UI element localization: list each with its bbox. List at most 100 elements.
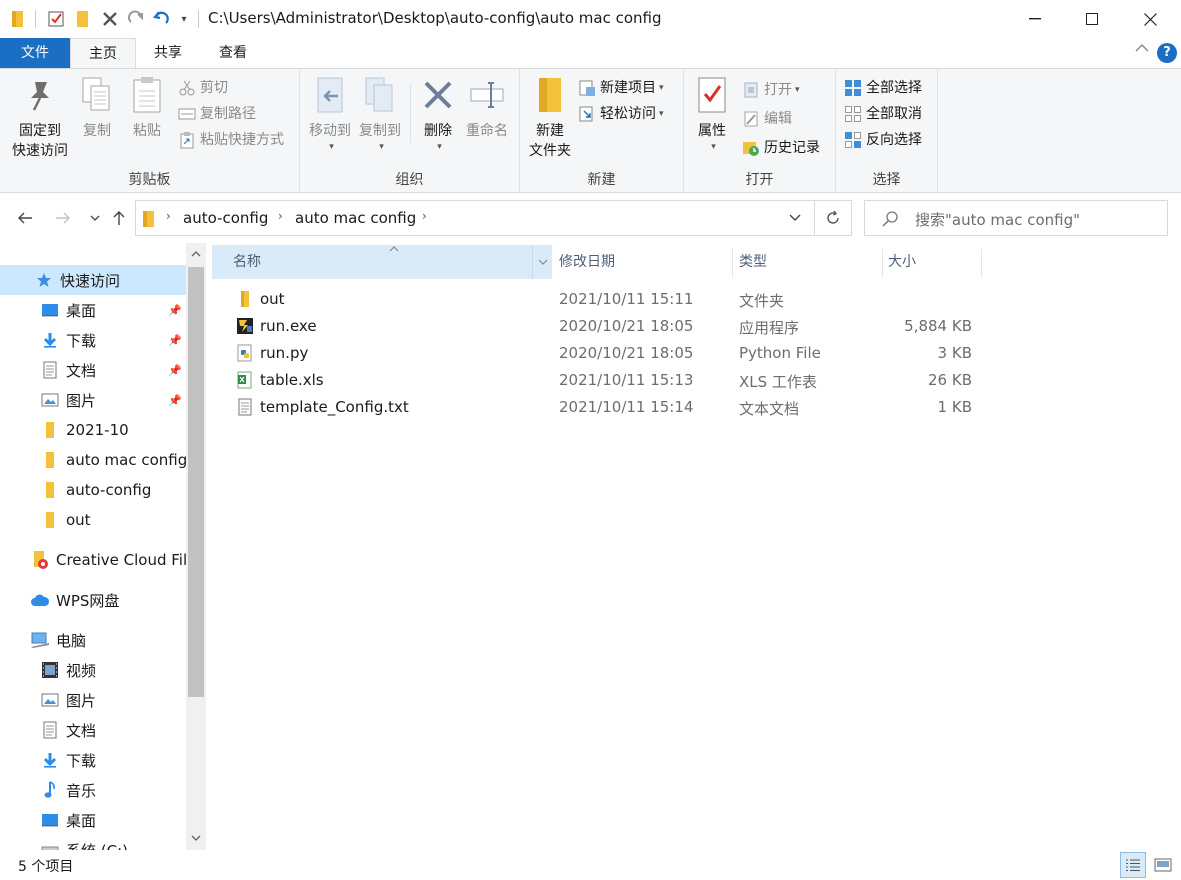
- pin-icon[interactable]: 📌: [168, 304, 182, 318]
- back-button[interactable]: [14, 207, 36, 229]
- minimize-button[interactable]: [1006, 0, 1064, 38]
- navigation-pane-scrollbar[interactable]: [186, 243, 206, 850]
- computer-icon: [30, 630, 50, 650]
- rename-button[interactable]: 重命名: [462, 75, 512, 141]
- recent-locations-button[interactable]: [84, 207, 106, 229]
- nav-item-auto-config[interactable]: auto-config: [0, 475, 186, 505]
- table-row[interactable]: run.exe 2020/10/21 18:05 应用程序 5,884 KB: [206, 313, 986, 340]
- column-header-type[interactable]: 类型: [733, 245, 883, 279]
- redo-quick-icon[interactable]: [126, 9, 146, 29]
- download-icon: [40, 750, 60, 770]
- nav-item-label: 视频: [66, 661, 97, 680]
- help-icon[interactable]: ?: [1157, 43, 1177, 63]
- move-to-button[interactable]: 移动到 ▾: [306, 75, 354, 157]
- scroll-up-arrow-icon[interactable]: [186, 247, 206, 267]
- column-header-name[interactable]: 名称: [212, 245, 552, 279]
- paste-button[interactable]: 粘贴: [125, 75, 169, 141]
- nav-item-videos[interactable]: 视频: [0, 655, 186, 685]
- nav-item-auto-mac-config[interactable]: auto mac config: [0, 445, 186, 475]
- properties-button[interactable]: 属性 ▾: [690, 75, 734, 157]
- nav-quick-access[interactable]: 快速访问: [0, 265, 186, 295]
- paste-shortcut-button[interactable]: 粘贴快捷方式: [178, 129, 284, 151]
- table-row[interactable]: out 2021/10/11 15:11 文件夹: [206, 286, 986, 313]
- address-history-dropdown[interactable]: [780, 200, 810, 236]
- new-item-button[interactable]: 新建项目 ▾: [578, 77, 664, 99]
- delete-quick-icon[interactable]: [100, 9, 120, 29]
- nav-item-system-drive[interactable]: 系统 (C:): [0, 835, 186, 850]
- easy-access-button[interactable]: 轻松访问 ▾: [578, 103, 664, 125]
- nav-creative-cloud[interactable]: Creative Cloud Files: [0, 545, 186, 575]
- nav-item-music[interactable]: 音乐: [0, 775, 186, 805]
- copy-path-button[interactable]: 复制路径: [178, 103, 256, 125]
- scroll-down-arrow-icon[interactable]: [186, 831, 206, 851]
- scrollbar-thumb[interactable]: [188, 267, 204, 697]
- nav-item-out[interactable]: out: [0, 505, 186, 535]
- invert-selection-button[interactable]: 反向选择: [844, 129, 922, 151]
- new-folder-label: 新建: [536, 123, 564, 139]
- details-view-button[interactable]: [1120, 852, 1146, 878]
- chevron-right-icon[interactable]: ›: [422, 209, 427, 223]
- copy-to-button[interactable]: 复制到 ▾: [356, 75, 404, 157]
- open-button[interactable]: 打开 ▾: [742, 79, 800, 101]
- select-group: 全部选择 全部取消 反向选择 选择: [836, 69, 938, 193]
- customize-quick-access-icon[interactable]: ▾: [174, 9, 194, 29]
- address-bar[interactable]: › auto-config › auto mac config ›: [135, 200, 815, 236]
- edit-button[interactable]: 编辑: [742, 108, 792, 130]
- column-divider[interactable]: [981, 249, 982, 277]
- select-all-button[interactable]: 全部选择: [844, 77, 922, 99]
- organize-group-label: 组织: [395, 172, 424, 188]
- new-folder-quick-icon[interactable]: [73, 9, 93, 29]
- nav-wps-drive[interactable]: WPS网盘: [0, 585, 186, 615]
- tab-file[interactable]: 文件: [0, 38, 70, 68]
- select-none-button[interactable]: 全部取消: [844, 103, 922, 125]
- table-row[interactable]: run.py 2020/10/21 18:05 Python File 3 KB: [206, 340, 986, 367]
- column-header-size[interactable]: 大小: [883, 245, 981, 279]
- search-box[interactable]: 搜索"auto mac config": [864, 200, 1168, 236]
- copy-button[interactable]: 复制: [75, 75, 119, 141]
- nav-item-downloads[interactable]: 下载: [0, 325, 186, 355]
- close-button[interactable]: [1121, 0, 1179, 38]
- nav-item-pc-documents[interactable]: 文档: [0, 715, 186, 745]
- new-folder-button[interactable]: 新建 文件夹: [524, 75, 576, 161]
- nav-item-pc-desktop[interactable]: 桌面: [0, 805, 186, 835]
- collapse-ribbon-icon[interactable]: [1135, 42, 1149, 57]
- chevron-right-icon[interactable]: ›: [278, 209, 283, 223]
- breadcrumb-auto-mac-config[interactable]: auto mac config: [295, 209, 416, 227]
- nav-item-desktop[interactable]: 桌面: [0, 295, 186, 325]
- nav-item-2021-10[interactable]: 2021-10: [0, 415, 186, 445]
- delete-button[interactable]: 删除 ▾: [416, 75, 460, 157]
- forward-button[interactable]: [52, 207, 74, 229]
- breadcrumb-auto-config[interactable]: auto-config: [183, 209, 268, 227]
- open-group-label: 打开: [745, 172, 774, 188]
- tab-home[interactable]: 主页: [70, 38, 136, 69]
- undo-quick-icon[interactable]: [151, 9, 171, 29]
- open-group: 属性 ▾ 打开 ▾ 编辑 历史记录 打开: [684, 69, 836, 193]
- properties-quick-icon[interactable]: [46, 9, 66, 29]
- refresh-button[interactable]: [814, 200, 852, 236]
- nav-item-pc-downloads[interactable]: 下载: [0, 745, 186, 775]
- select-group-label: 选择: [872, 172, 901, 188]
- pin-icon[interactable]: 📌: [168, 394, 182, 408]
- nav-this-pc[interactable]: 电脑: [0, 625, 186, 655]
- tab-share[interactable]: 共享: [138, 38, 198, 68]
- large-icons-view-button[interactable]: [1150, 852, 1176, 878]
- paste-label: 粘贴: [133, 123, 161, 139]
- pin-icon[interactable]: 📌: [168, 334, 182, 348]
- column-header-date[interactable]: 修改日期: [552, 245, 732, 279]
- table-row[interactable]: table.xls 2021/10/11 15:13 XLS 工作表 26 KB: [206, 367, 986, 394]
- chevron-right-icon[interactable]: ›: [166, 209, 171, 223]
- nav-item-documents[interactable]: 文档: [0, 355, 186, 385]
- maximize-button[interactable]: [1063, 0, 1121, 38]
- nav-item-pc-pictures[interactable]: 图片: [0, 685, 186, 715]
- folder-icon: [142, 210, 156, 232]
- window-title: C:\Users\Administrator\Desktop\auto-conf…: [208, 9, 662, 27]
- pin-to-quick-access-button[interactable]: 固定到 快速访问: [8, 75, 72, 161]
- tab-view[interactable]: 查看: [203, 38, 263, 68]
- pin-icon[interactable]: 📌: [168, 364, 182, 378]
- up-button[interactable]: [108, 207, 130, 229]
- history-button[interactable]: 历史记录: [742, 137, 820, 159]
- column-filter-dropdown[interactable]: [532, 245, 552, 279]
- nav-item-pictures[interactable]: 图片: [0, 385, 186, 415]
- cut-button[interactable]: 剪切: [178, 77, 228, 99]
- table-row[interactable]: template_Config.txt 2021/10/11 15:14 文本文…: [206, 394, 986, 421]
